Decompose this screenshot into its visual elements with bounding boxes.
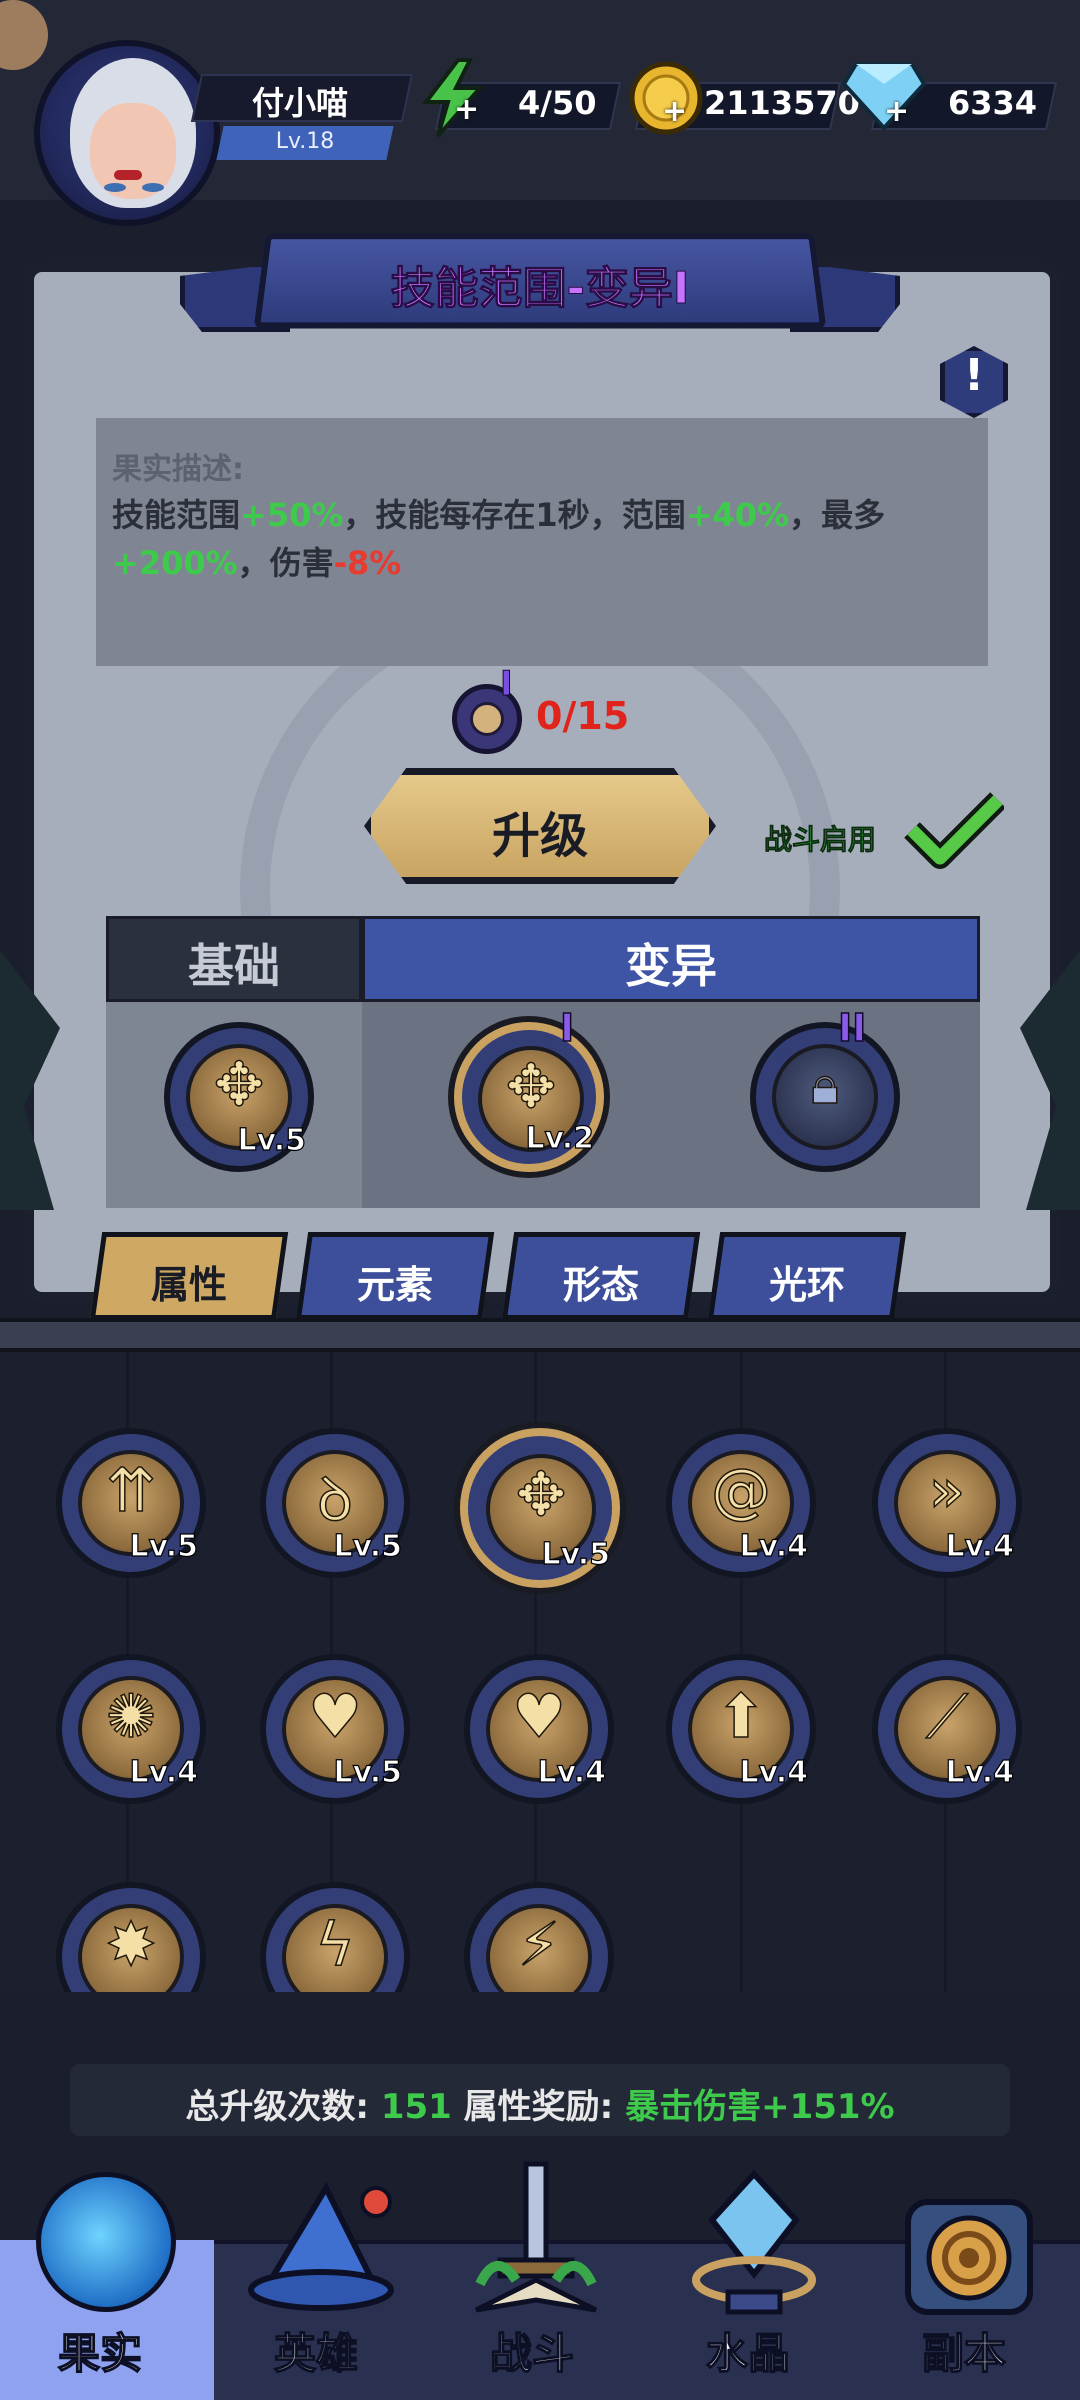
upgrade-summary: 总升级次数: 151 属性奖励: 暴击伤害+151% bbox=[185, 2087, 895, 2127]
upgrade-button-label: 升级 bbox=[491, 808, 588, 864]
checkmark-icon[interactable] bbox=[904, 790, 1004, 870]
fruit-icon bbox=[36, 2172, 176, 2312]
energy-value: 4/50 bbox=[518, 84, 597, 122]
fruit-slot[interactable]: ♥ Lv.4 bbox=[464, 1654, 614, 1804]
gold-plus-icon[interactable]: + bbox=[662, 94, 687, 129]
burst-icon: ✥ bbox=[505, 1051, 557, 1123]
burst-icon: ✥ bbox=[515, 1459, 567, 1531]
fruit-slot[interactable]: ⟋ Lv.4 bbox=[872, 1654, 1022, 1804]
broken-heart-icon: ♥ bbox=[307, 1681, 362, 1753]
nav-dungeon-label: 副本 bbox=[921, 2328, 1007, 2379]
avatar[interactable] bbox=[34, 40, 220, 226]
tab-mutation-label: 变异 bbox=[625, 939, 717, 993]
fruit-slot[interactable]: ꝺ Lv.5 bbox=[260, 1428, 410, 1578]
fruit-slot[interactable]: ϟ bbox=[260, 1882, 410, 1992]
burst-icon: ✥ bbox=[213, 1049, 265, 1121]
skill-title: 技能范围-变异I bbox=[390, 263, 690, 315]
wizard-hat-icon bbox=[248, 2181, 394, 2311]
lock-icon: 🔒︎ bbox=[810, 1055, 839, 1117]
description-line-1: 技能范围+50%，技能每存在1秒，范围+40%，最多 bbox=[112, 496, 886, 534]
exclamation-icon: ! bbox=[963, 350, 985, 401]
spiral-square-icon: ꝺ bbox=[316, 1464, 353, 1536]
tab-base-label: 基础 bbox=[188, 939, 280, 993]
fruit-slot[interactable]: ✸ bbox=[56, 1882, 206, 1992]
swirl-icon: @ bbox=[710, 1455, 772, 1527]
branch-node-mutation-1[interactable]: ✥ Lv.2 bbox=[454, 1022, 604, 1172]
category-tab-label: 元素 bbox=[356, 1263, 433, 1307]
heart-sparkle-icon: ♥ bbox=[511, 1681, 566, 1753]
roman-numeral-badge: I bbox=[559, 1005, 575, 1051]
power-up-icon: ⬆ bbox=[715, 1681, 767, 1753]
gold-value: 2113570 bbox=[704, 84, 860, 122]
branch-node-base[interactable]: ✥ Lv.5 bbox=[164, 1022, 314, 1172]
spread-icon: ⟋ bbox=[925, 1681, 969, 1753]
explosion-icon: ✸ bbox=[105, 1909, 157, 1981]
nav-hero-label: 英雄 bbox=[273, 2328, 359, 2379]
fruit-slot[interactable]: ♥ Lv.5 bbox=[260, 1654, 410, 1804]
category-tab-label: 属性 bbox=[150, 1263, 227, 1307]
arrows-up-icon: ⇈ bbox=[105, 1455, 157, 1527]
lightning-icon: ϟ bbox=[314, 1909, 355, 1981]
fruit-slot[interactable]: @ Lv.4 bbox=[666, 1428, 816, 1578]
nav-battle-label: 战斗 bbox=[489, 2328, 575, 2379]
diamond-value: 6334 bbox=[948, 84, 1038, 122]
battle-enable-label: 战斗启用 bbox=[764, 823, 877, 857]
description-line-2: +200%，伤害-8% bbox=[112, 544, 402, 582]
fruit-slot[interactable]: ✺ Lv.4 bbox=[56, 1654, 206, 1804]
upgrade-cost: 0/15 bbox=[536, 694, 630, 738]
fruit-grid: ⇈ Lv.5 ꝺ Lv.5 ✥ Lv.5 @ Lv.4 » Lv.4 ✺ Lv.… bbox=[0, 1352, 1080, 1992]
branch-node-mutation-2-locked[interactable]: 🔒︎ bbox=[750, 1022, 900, 1172]
fruit-slot[interactable]: ⇈ Lv.5 bbox=[56, 1428, 206, 1578]
crystal-icon bbox=[692, 2170, 816, 2315]
diamond-plus-icon[interactable]: + bbox=[884, 94, 909, 129]
tab-rail bbox=[0, 1318, 1080, 1352]
player-name: 付小喵 bbox=[251, 84, 348, 122]
chevrons-right-icon: » bbox=[928, 1455, 966, 1527]
fruit-slot[interactable]: ⬆ Lv.4 bbox=[666, 1654, 816, 1804]
player-level: Lv.18 bbox=[275, 129, 335, 154]
fruit-slot-selected[interactable]: ✥ Lv.5 bbox=[460, 1428, 620, 1588]
bolt-icon: ⚡︎ bbox=[517, 1909, 561, 1981]
energy-plus-icon[interactable]: + bbox=[454, 92, 479, 127]
portal-icon bbox=[905, 2199, 1033, 2315]
impact-icon: ✺ bbox=[105, 1681, 157, 1753]
nav-crystal-label: 水晶 bbox=[705, 2328, 791, 2379]
nav-fruit-label: 果实 bbox=[57, 2328, 143, 2379]
category-tab-label: 形态 bbox=[562, 1263, 639, 1307]
roman-numeral-badge: II bbox=[837, 1005, 867, 1051]
avatar-hair bbox=[70, 58, 196, 208]
category-tab-label: 光环 bbox=[768, 1263, 845, 1307]
sword-book-icon bbox=[474, 2161, 598, 2313]
fruit-slot[interactable]: ⚡︎ bbox=[464, 1882, 614, 1992]
fruit-slot[interactable]: » Lv.4 bbox=[872, 1428, 1022, 1578]
description-label: 果实描述: bbox=[112, 452, 244, 487]
cost-roman-numeral: I bbox=[500, 664, 514, 705]
